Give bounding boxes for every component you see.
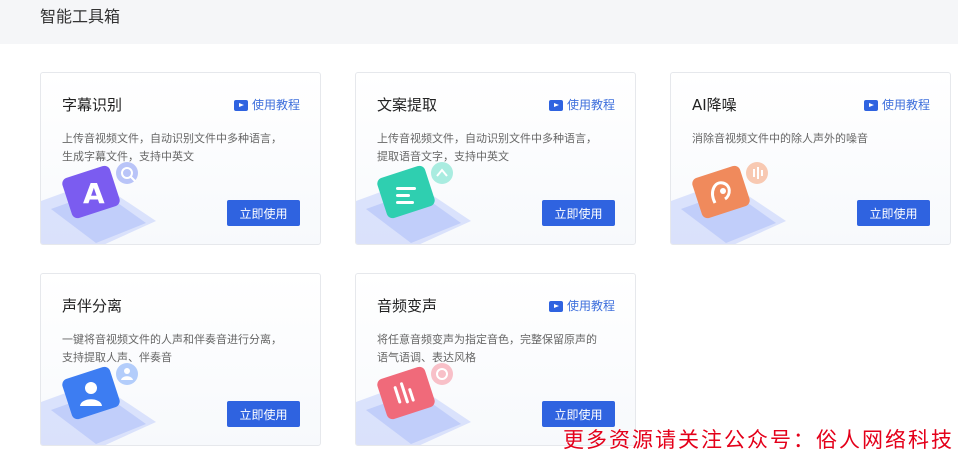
use-now-button[interactable]: 立即使用 — [227, 200, 300, 226]
desc-line: 上传音视频文件，自动识别文件中多种语言， — [377, 132, 597, 145]
card-title: 字幕识别 — [62, 96, 123, 114]
subtitle-recognition-illustration: A — [41, 162, 156, 244]
tool-card-ai-denoise: AI降噪 使用教程 消除音视频文件中的除人声外的噪音 立即使用 — [670, 72, 951, 245]
card-description: 上传音视频文件，自动识别文件中多种语言， 提取语音文字，支持中英文 — [377, 130, 622, 166]
card-title: 文案提取 — [377, 96, 438, 114]
page-header: 智能工具箱 — [0, 0, 958, 44]
card-description: 一键将音视频文件的人声和伴奏音进行分离， 支持提取人声、伴奏音 — [62, 331, 307, 367]
card-description: 上传音视频文件，自动识别文件中多种语言， 生成字幕文件，支持中英文 — [62, 130, 307, 166]
text-extraction-illustration — [356, 162, 471, 244]
tutorial-label: 使用教程 — [251, 98, 300, 112]
desc-line: 生成字幕文件，支持中英文 — [62, 150, 194, 163]
play-icon — [548, 99, 563, 111]
vocal-separation-illustration — [41, 363, 156, 445]
desc-line: 将任意音频变声为指定音色，完整保留原声的 — [377, 333, 597, 346]
tutorial-link[interactable]: 使用教程 — [548, 97, 615, 113]
tool-card-text-extraction: 文案提取 使用教程 上传音视频文件，自动识别文件中多种语言， 提取语音文字，支持… — [355, 72, 636, 245]
card-title: AI降噪 — [692, 96, 737, 114]
page-title: 智能工具箱 — [40, 7, 121, 26]
tool-card-voice-changer: 音频变声 使用教程 将任意音频变声为指定音色，完整保留原声的 语气语调、表达风格… — [355, 273, 636, 446]
tutorial-label: 使用教程 — [881, 98, 930, 112]
ai-denoise-illustration — [671, 162, 786, 244]
use-now-button[interactable]: 立即使用 — [542, 200, 615, 226]
desc-line: 支持提取人声、伴奏音 — [62, 351, 172, 364]
tutorial-label: 使用教程 — [566, 98, 615, 112]
desc-line: 语气语调、表达风格 — [377, 351, 476, 364]
play-icon — [548, 300, 563, 312]
desc-line: 提取语音文字，支持中英文 — [377, 150, 509, 163]
watermark-text: 更多资源请关注公众号：俗人网络科技 — [563, 428, 954, 452]
card-title: 声伴分离 — [62, 297, 123, 315]
card-description: 消除音视频文件中的除人声外的噪音 — [692, 130, 937, 148]
card-description: 将任意音频变声为指定音色，完整保留原声的 语气语调、表达风格 — [377, 331, 622, 367]
use-now-button[interactable]: 立即使用 — [857, 200, 930, 226]
desc-line: 一键将音视频文件的人声和伴奏音进行分离， — [62, 333, 282, 346]
desc-line: 上传音视频文件，自动识别文件中多种语言， — [62, 132, 282, 145]
use-now-button[interactable]: 立即使用 — [227, 401, 300, 427]
card-title: 音频变声 — [377, 297, 438, 315]
tutorial-link[interactable]: 使用教程 — [548, 298, 615, 314]
desc-line: 消除音视频文件中的除人声外的噪音 — [692, 132, 868, 145]
tutorial-link[interactable]: 使用教程 — [863, 97, 930, 113]
tutorial-label: 使用教程 — [566, 299, 615, 313]
tool-card-subtitle-recognition: A 字幕识别 使用教程 上传音视频文件，自动识别文件中多种语言， 生成字幕文件，… — [40, 72, 321, 245]
use-now-button[interactable]: 立即使用 — [542, 401, 615, 427]
tool-card-vocal-separation: 声伴分离 一键将音视频文件的人声和伴奏音进行分离， 支持提取人声、伴奏音 立即使… — [40, 273, 321, 446]
play-icon — [863, 99, 878, 111]
play-icon — [233, 99, 248, 111]
voice-changer-illustration — [356, 363, 471, 445]
svg-text:A: A — [83, 177, 105, 210]
tutorial-link[interactable]: 使用教程 — [233, 97, 300, 113]
